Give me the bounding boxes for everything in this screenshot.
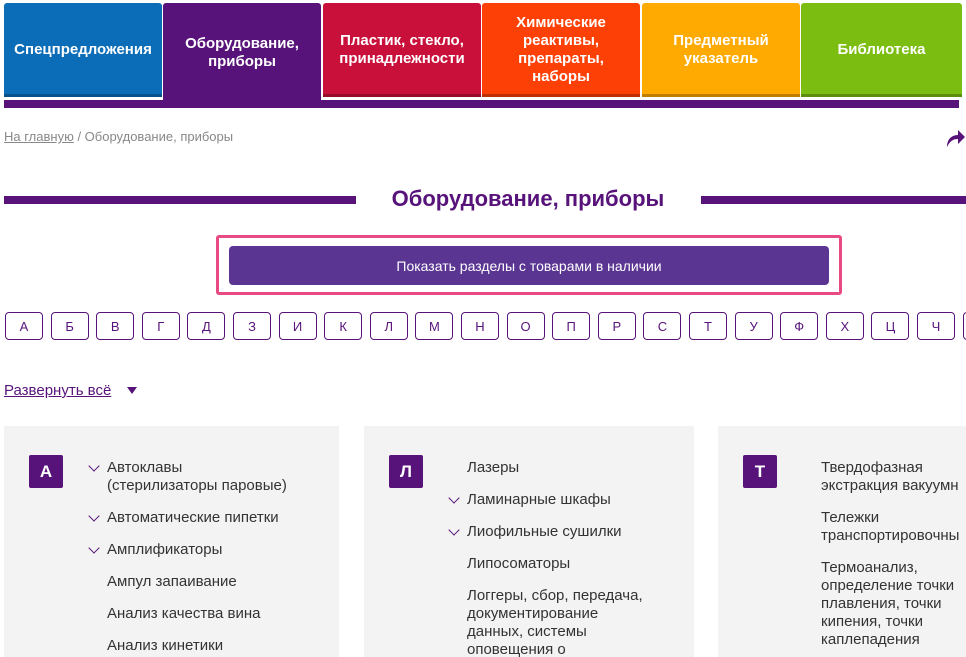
tab-special-offers[interactable]: Спецпредложения [4,3,162,97]
alphabet-letter-button[interactable]: К [324,312,363,340]
title-line-left [4,196,356,204]
show-in-stock-button[interactable]: Показать разделы с товарами в наличии [229,246,829,285]
alphabet-letter-button[interactable]: Б [50,312,89,340]
alphabet-letter-button[interactable]: Р [597,312,636,340]
list-item[interactable]: Лазеры [467,459,519,477]
alphabet-letter-button[interactable] [962,312,966,340]
breadcrumb: На главную / Оборудование, приборы [4,129,233,144]
alphabet-letter-button[interactable]: А [5,312,43,340]
alphabet-letter-button[interactable]: Г [141,312,180,340]
list-item[interactable]: Тележки транспортировочны [821,509,959,545]
nav-underline-bar [4,100,959,108]
tab-library[interactable]: Библиотека [801,3,962,97]
letter-badge: Л [389,455,423,488]
list-item[interactable]: Липосоматоры [467,555,570,573]
alphabet-letter-button[interactable]: Д [187,312,226,340]
alphabet-letter-button[interactable]: И [278,312,317,340]
list-item[interactable]: Ампул запаивание [107,573,237,591]
list-item[interactable]: Анализ качества вина [107,605,261,623]
chevron-down-icon[interactable] [448,524,460,536]
title-line-right [701,196,966,204]
share-icon[interactable] [944,127,966,149]
tab-chemicals[interactable]: Химические реактивы, препараты, наборы [482,3,640,97]
chevron-down-icon[interactable] [88,542,100,554]
alphabet-letter-button[interactable]: Ч [917,312,955,340]
letter-column-l: Л Лазеры Ламинарные шкафы Лиофильные суш… [364,426,694,657]
alphabet-letter-button[interactable]: Ф [780,312,819,340]
alphabet-letter-button[interactable]: Н [461,312,499,340]
page-title: Оборудование, приборы [391,186,665,211]
list-item[interactable]: Анализ кинетики [107,637,223,655]
caret-down-icon[interactable] [127,387,137,394]
letter-column-a: А Автоклавы (стерилизаторы паровые) Автом… [4,426,339,657]
alphabet-letter-button[interactable]: Ц [871,312,910,340]
list-item[interactable]: Ламинарные шкафы [467,491,611,509]
list-item[interactable]: Термоанализ, определение точки плавления, … [821,559,954,649]
letter-badge: Т [743,455,777,488]
chevron-down-icon[interactable] [88,510,100,522]
list-item[interactable]: Твердофазная экстракция вакуумн [821,459,959,495]
breadcrumb-home-link[interactable]: На главную [4,129,74,144]
list-item[interactable]: Автоклавы (стерилизаторы паровые) [107,459,287,495]
expand-all-link[interactable]: Развернуть всё [4,382,111,399]
tab-equipment[interactable]: Оборудование, приборы [163,3,321,103]
list-item[interactable]: Логгеры, сбор, передача, документирование… [467,587,643,657]
letter-badge: А [29,455,63,488]
tab-plastic-glass[interactable]: Пластик, стекло, принадлежности [323,3,481,97]
alphabet-letter-button[interactable]: Л [369,312,408,340]
alphabet-letter-button[interactable]: П [552,312,591,340]
tab-subject-index[interactable]: Предметный указатель [642,3,800,97]
alphabet-letter-button[interactable]: Х [825,312,864,340]
alphabet-letter-button[interactable]: З [233,312,271,340]
alphabet-letter-button[interactable]: С [643,312,682,340]
chevron-down-icon[interactable] [448,492,460,504]
alphabet-letter-button[interactable]: М [415,312,454,340]
list-item[interactable]: Амплификаторы [107,541,222,559]
category-tabs: Спецпредложения Оборудование, приборы Пл… [4,3,966,103]
alphabet-filter: АБВГДЗИКЛМНОПРСТУФХЦЧ [4,312,966,342]
breadcrumb-current: / Оборудование, приборы [73,129,234,144]
list-item[interactable]: Автоматические пипетки [107,509,279,527]
alphabet-letter-button[interactable]: О [506,312,545,340]
letter-column-t: Т Твердофазная экстракция вакуумн Тележки… [718,426,966,657]
list-item[interactable]: Лиофильные сушилки [467,523,622,541]
alphabet-letter-button[interactable]: В [96,312,135,340]
chevron-down-icon[interactable] [88,460,100,472]
alphabet-letter-button[interactable]: Т [689,312,727,340]
alphabet-letter-button[interactable]: У [734,312,773,340]
